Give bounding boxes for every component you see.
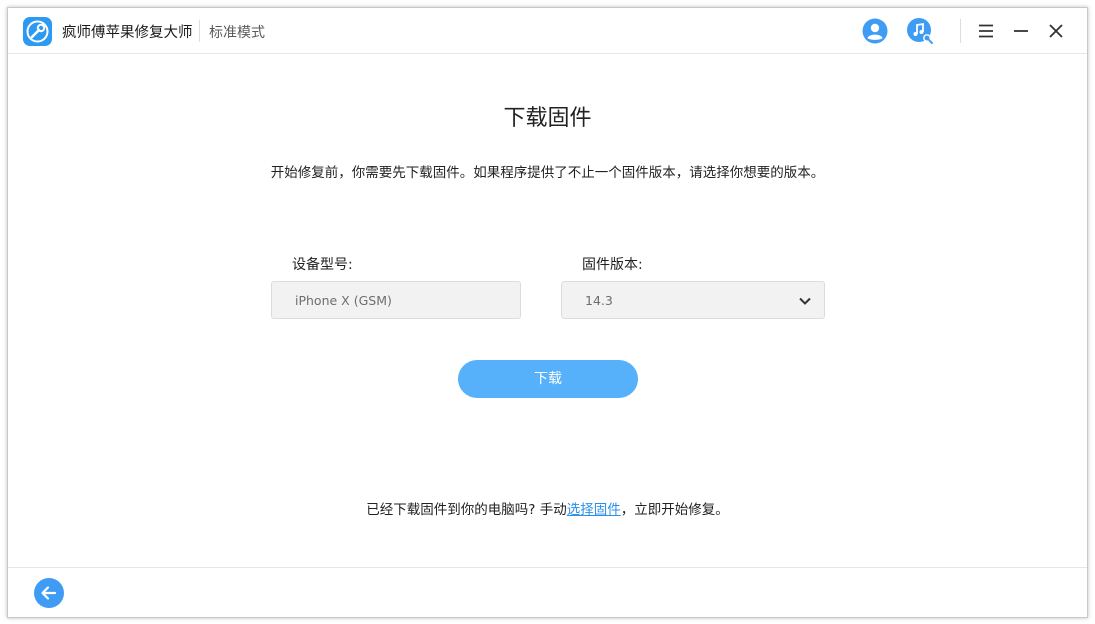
- firmware-version-select[interactable]: 14.3: [561, 281, 825, 319]
- mode-label: 标准模式: [209, 25, 265, 41]
- page-title: 下载固件: [503, 106, 592, 131]
- app-window: 疯师傅苹果修复大师 标准模式 下载固件 开始修复前，你需要先下载固件。如果程序提…: [7, 7, 1088, 618]
- select-firmware-link[interactable]: 选择固件: [567, 502, 621, 518]
- arrow-left-icon: [41, 586, 57, 600]
- back-button[interactable]: [34, 578, 64, 608]
- manual-firmware-hint: 已经下载固件到你的电脑吗? 手动选择固件，立即开始修复。: [8, 498, 1087, 518]
- device-model-label: 设备型号:: [292, 257, 353, 273]
- page-description: 开始修复前，你需要先下载固件。如果程序提供了不止一个固件版本，请选择你想要的版本…: [270, 165, 825, 181]
- account-icon[interactable]: [861, 17, 889, 45]
- minimize-icon[interactable]: [1009, 19, 1033, 43]
- title-divider: [199, 20, 200, 42]
- music-search-icon[interactable]: [906, 17, 934, 45]
- hint-prefix: 已经下载固件到你的电脑吗? 手动: [366, 502, 567, 518]
- hint-suffix: ，立即开始修复。: [620, 502, 729, 518]
- firmware-version-value: 14.3: [585, 293, 613, 308]
- download-button[interactable]: 下载: [458, 360, 638, 398]
- window-controls-divider: [960, 19, 961, 43]
- footer-bar: [8, 567, 1087, 617]
- close-icon[interactable]: [1044, 19, 1068, 43]
- title-bar: 疯师傅苹果修复大师 标准模式: [8, 8, 1087, 54]
- firmware-version-label: 固件版本:: [582, 257, 643, 273]
- menu-icon[interactable]: [974, 19, 998, 43]
- chevron-down-icon: [799, 297, 811, 305]
- device-model-field: iPhone X (GSM): [271, 281, 521, 319]
- app-name: 疯师傅苹果修复大师: [62, 25, 193, 41]
- device-model-value: iPhone X (GSM): [295, 293, 392, 308]
- app-logo-icon: [23, 17, 52, 46]
